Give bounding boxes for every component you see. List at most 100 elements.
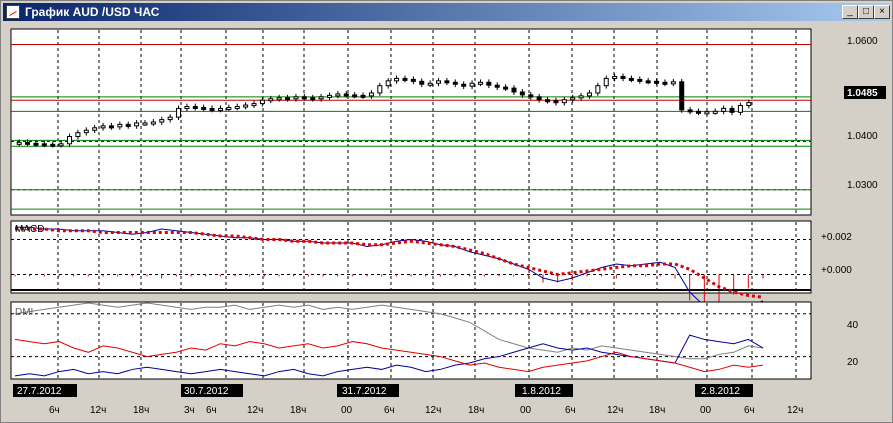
time-tick: 00 [520, 405, 532, 416]
candle [545, 99, 551, 103]
time-tick: 12ч [425, 405, 441, 416]
candle [385, 80, 391, 87]
candle [670, 81, 676, 85]
candle [268, 98, 274, 102]
dmi-level-label: 40 [847, 320, 859, 331]
candle [737, 105, 743, 113]
candle [150, 121, 156, 125]
candle [251, 103, 257, 107]
date-badges: 27.7.2012 30.7.2012 31.7.2012 1.8.2012 2… [13, 384, 753, 397]
time-tick: 00 [341, 405, 353, 416]
candle [620, 75, 626, 79]
candle [553, 100, 559, 104]
candle [511, 87, 517, 93]
candle [603, 77, 609, 87]
candle [243, 104, 249, 108]
time-tick: 6ч [206, 405, 217, 416]
candle [50, 143, 56, 147]
candle [201, 106, 207, 110]
candle [301, 96, 307, 100]
candle [226, 106, 232, 110]
date-badge: 30.7.2012 [184, 386, 229, 397]
candle [570, 97, 576, 101]
candle [16, 141, 22, 145]
candle [662, 81, 668, 85]
chart-window: График AUD /USD ЧАС _ □ × 1.0600 1.0485 … [0, 0, 893, 423]
candle [461, 83, 467, 87]
candle [528, 94, 534, 98]
current-price-label: 1.0485 [847, 88, 878, 99]
candle [654, 80, 660, 84]
candle [234, 106, 240, 110]
time-tick: 6ч [565, 405, 576, 416]
price-level-label: 1.0300 [847, 180, 878, 191]
candle [142, 122, 148, 126]
macd-level-label: +0.002 [821, 232, 852, 243]
minimize-button[interactable]: _ [842, 5, 858, 19]
candle [100, 125, 106, 129]
candle [176, 107, 182, 118]
candle [33, 142, 39, 146]
candle [637, 78, 643, 82]
title-bar[interactable]: График AUD /USD ЧАС _ □ × [3, 3, 890, 21]
candle [184, 106, 190, 110]
candle [352, 94, 358, 98]
candle [578, 95, 584, 99]
candle [595, 85, 601, 94]
time-tick: 18ч [133, 405, 149, 416]
candle [477, 81, 483, 85]
macd-label: MACD [15, 224, 44, 235]
candle [360, 94, 366, 98]
candle [310, 97, 316, 101]
time-tick: 00 [700, 405, 712, 416]
candle [645, 80, 651, 84]
time-tick: 18ч [290, 405, 306, 416]
candle [318, 96, 324, 100]
candle [25, 141, 31, 145]
candle [536, 96, 542, 101]
candle [746, 102, 752, 107]
close-button[interactable]: × [874, 5, 890, 19]
time-tick: 3ч [184, 405, 195, 416]
time-tick: 12ч [247, 405, 263, 416]
candle [343, 93, 349, 97]
maximize-button[interactable]: □ [858, 5, 874, 19]
candle [92, 127, 98, 131]
candle [326, 94, 332, 98]
time-tick: 12ч [787, 405, 803, 416]
time-tick: 18ч [468, 405, 484, 416]
candle [519, 91, 525, 96]
date-badge: 1.8.2012 [522, 386, 561, 397]
candle [368, 92, 374, 97]
date-badge: 2.8.2012 [701, 386, 740, 397]
candle [67, 136, 73, 145]
candle [159, 119, 165, 123]
candle [192, 106, 198, 110]
candle [125, 123, 131, 127]
candle [419, 80, 425, 85]
candle [410, 78, 416, 82]
candle [712, 110, 718, 114]
candle [486, 81, 492, 86]
candle [695, 110, 701, 114]
candle [167, 116, 173, 121]
candle [444, 80, 450, 84]
price-panel[interactable] [10, 28, 812, 216]
candle [209, 107, 215, 111]
candle [402, 77, 408, 81]
window-title: График AUD /USD ЧАС [25, 5, 160, 19]
candle [394, 77, 400, 82]
time-tick: 6ч [744, 405, 755, 416]
candle [117, 123, 123, 128]
candle [561, 99, 567, 104]
candle [285, 97, 291, 101]
candle [108, 125, 114, 129]
candle [704, 111, 710, 115]
candle [687, 109, 693, 113]
chart-area[interactable]: 1.0600 1.0485 1.0400 1.0300 MACD +0.002 … [1, 23, 892, 422]
candle [377, 85, 383, 94]
candle [58, 143, 64, 147]
time-tick: 12ч [607, 405, 623, 416]
time-tick: 6ч [49, 405, 60, 416]
candle [83, 129, 89, 134]
